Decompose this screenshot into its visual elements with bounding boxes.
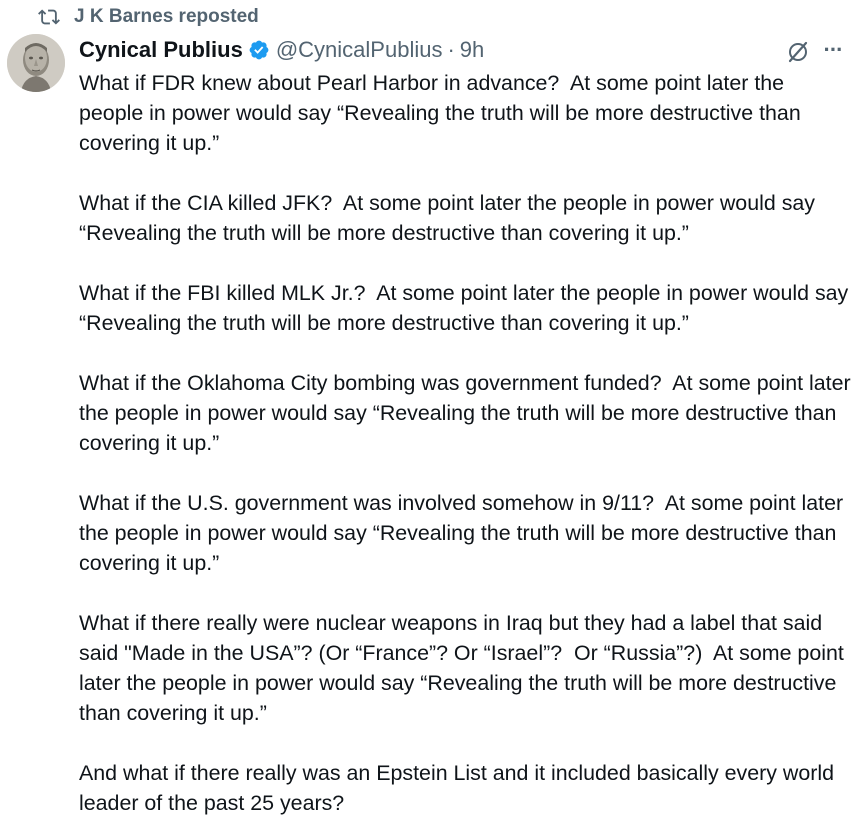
avatar[interactable] <box>7 34 65 92</box>
bust-icon <box>7 34 65 92</box>
tweet-paragraph: What if the FBI killed MLK Jr.? At some … <box>79 281 855 335</box>
separator-dot: · <box>447 37 455 62</box>
tweet[interactable]: J K Barnes reposted Cynical Publius @Cyn… <box>0 0 858 825</box>
verified-badge-icon[interactable] <box>248 39 270 61</box>
tweet-text: What if FDR knew about Pearl Harbor in a… <box>79 68 851 818</box>
display-name[interactable]: Cynical Publius <box>79 37 243 63</box>
repost-indicator[interactable]: J K Barnes reposted <box>38 4 259 30</box>
tweet-paragraph: What if the Oklahoma City bombing was go… <box>79 371 857 455</box>
grok-icon[interactable] <box>786 40 810 64</box>
timestamp[interactable]: 9h <box>460 37 484 63</box>
tweet-paragraph: And what if there really was an Epstein … <box>79 761 840 815</box>
handle[interactable]: @CynicalPublius <box>276 37 443 63</box>
more-options-icon[interactable]: ··· <box>818 38 848 62</box>
tweet-paragraph: What if there really were nuclear weapon… <box>79 611 850 725</box>
tweet-header: Cynical Publius @CynicalPublius · 9h <box>79 34 484 66</box>
repost-icon <box>38 9 60 25</box>
tweet-paragraph: What if the U.S. government was involved… <box>79 491 850 575</box>
tweet-paragraph: What if the CIA killed JFK? At some poin… <box>79 191 821 245</box>
tweet-paragraph: What if FDR knew about Pearl Harbor in a… <box>79 71 807 155</box>
repost-label: J K Barnes reposted <box>74 6 259 27</box>
